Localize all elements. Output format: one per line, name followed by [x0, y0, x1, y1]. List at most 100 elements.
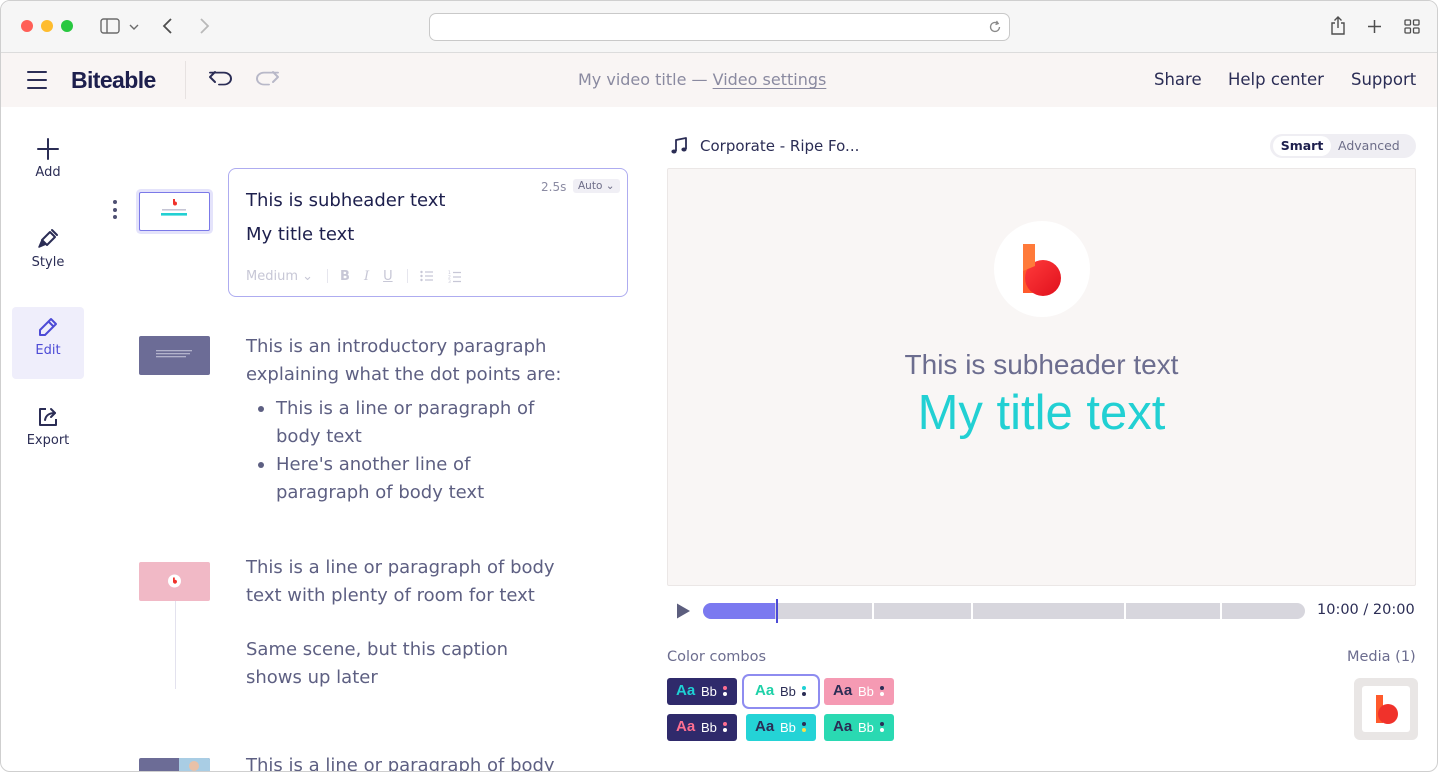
hamburger-menu-icon[interactable] [27, 71, 47, 89]
numbered-list-icon[interactable]: 1 2 3 [448, 270, 462, 283]
scene-4-text[interactable]: This is a line or paragraph of body [246, 752, 555, 771]
video-title: My video title — Video settings [578, 70, 826, 89]
scene-text-line: Same scene, but this caption [246, 639, 509, 660]
window-maximize-button[interactable] [61, 20, 73, 32]
swatch-accent-dots [723, 722, 728, 734]
text-size-label: Medium [246, 268, 298, 284]
color-combo-swatch[interactable]: Aa Bb [824, 678, 894, 705]
plus-icon [37, 138, 59, 160]
biteable-logo-icon [1376, 695, 1398, 724]
rail-item-style[interactable]: Style [12, 219, 84, 291]
swatch-bb-sample: Bb [701, 720, 717, 735]
scene-text-line: text with plenty of room for text [246, 585, 535, 606]
italic-icon[interactable]: I [364, 269, 369, 284]
swatch-aa-sample: Aa [833, 718, 853, 735]
address-bar[interactable] [429, 13, 1010, 41]
playback-time: 10:00 / 20:00 [1317, 602, 1415, 618]
chevron-down-icon[interactable] [129, 23, 139, 31]
preview-subheader: This is subheader text [904, 349, 1179, 380]
scene-boundary [971, 603, 973, 619]
rail-item-edit[interactable]: Edit [12, 307, 84, 379]
color-combo-swatch[interactable]: Aa Bb [667, 678, 737, 705]
swatch-bb-sample: Bb [858, 684, 874, 699]
swatch-aa-sample: Aa [755, 718, 775, 735]
window-close-button[interactable] [21, 20, 33, 32]
rail-item-add[interactable]: Add [12, 129, 84, 201]
color-combo-swatch[interactable]: Aa Bb [824, 714, 894, 741]
color-combo-swatch[interactable]: Aa Bb [746, 714, 816, 741]
bold-icon[interactable]: B [340, 269, 350, 284]
edit-mode-toggle[interactable]: Smart Advanced [1270, 134, 1416, 158]
brush-icon [38, 229, 58, 248]
tab-overview-icon[interactable] [1404, 19, 1420, 34]
smart-mode-button[interactable]: Smart [1273, 136, 1331, 156]
scene-thumbnail-2[interactable] [139, 336, 210, 375]
subheader-input[interactable]: This is subheader text [246, 190, 445, 211]
scene-2-text[interactable]: This is an introductory paragraph explai… [246, 333, 561, 389]
scene-thumbnail-preview [168, 574, 181, 588]
color-combo-swatch[interactable]: Aa Bb [746, 678, 816, 705]
video-preview-canvas[interactable]: This is subheader text My title text [667, 168, 1416, 586]
media-thumbnail-image [1362, 686, 1410, 732]
advanced-mode-button[interactable]: Advanced [1338, 136, 1400, 156]
brand-logo[interactable]: Biteable [71, 67, 156, 94]
scene-text-line: shows up later [246, 667, 378, 688]
scene-duration[interactable]: 2.5s [541, 180, 566, 194]
duration-mode-label: Auto [578, 180, 603, 192]
scene-text-line: This is a line or paragraph of body [246, 557, 555, 578]
scene-thumbnail-4[interactable] [139, 758, 210, 771]
timeline-scrubber[interactable] [703, 603, 1305, 619]
playhead[interactable] [776, 599, 778, 623]
help-center-link[interactable]: Help center [1228, 70, 1324, 89]
share-icon[interactable] [1330, 16, 1346, 36]
toolbar-divider [327, 269, 329, 283]
play-icon[interactable] [675, 602, 691, 620]
bullet-line: paragraph of body text [276, 482, 485, 503]
swatch-aa-sample: Aa [755, 682, 775, 699]
back-arrow-icon[interactable] [162, 17, 174, 35]
scene-options-icon[interactable] [113, 200, 119, 223]
support-link[interactable]: Support [1351, 70, 1416, 89]
text-size-dropdown[interactable]: Medium ⌄ [246, 269, 313, 284]
scene-boundary [872, 603, 874, 619]
forward-arrow-icon[interactable] [198, 17, 210, 35]
sidebar-toggle-icon[interactable] [100, 18, 120, 34]
scene-connector-line [175, 601, 176, 689]
share-link[interactable]: Share [1154, 70, 1202, 89]
swatch-bb-sample: Bb [780, 684, 796, 699]
reload-icon[interactable] [987, 19, 1003, 35]
new-tab-icon[interactable] [1367, 19, 1382, 34]
color-combo-swatch[interactable]: Aa Bb [667, 714, 737, 741]
video-title-text[interactable]: My video title — [578, 70, 713, 89]
color-combos-label: Color combos [667, 649, 767, 665]
scene-3-text[interactable]: This is a line or paragraph of body text… [246, 554, 555, 610]
window-minimize-button[interactable] [41, 20, 53, 32]
swatch-bb-sample: Bb [858, 720, 874, 735]
redo-icon[interactable] [253, 68, 281, 92]
scene-editor-card[interactable]: 2.5s Auto ⌄ This is subheader text My ti… [228, 168, 628, 297]
undo-icon[interactable] [207, 68, 235, 92]
scene-thumbnail-1[interactable] [139, 192, 210, 231]
rail-label-style: Style [31, 255, 65, 270]
duration-mode-dropdown[interactable]: Auto ⌄ [573, 179, 620, 193]
bullet-list-icon[interactable] [419, 270, 434, 282]
scene-thumbnail-preview [156, 350, 192, 358]
title-input[interactable]: My title text [246, 224, 354, 245]
svg-text:3: 3 [448, 279, 451, 283]
rail-item-export[interactable]: Export [12, 397, 84, 469]
scene-2-bullet-list[interactable]: This is a line or paragraph of body text… [255, 395, 534, 507]
underline-icon[interactable]: U [383, 269, 393, 284]
media-label: Media (1) [1347, 649, 1416, 665]
preview-title: My title text [917, 386, 1166, 440]
toolbar-divider [406, 269, 408, 283]
scene-3-caption-text[interactable]: Same scene, but this caption shows up la… [246, 636, 508, 692]
scene-text-line: explaining what the dot points are: [246, 364, 562, 385]
media-thumbnail[interactable] [1354, 678, 1418, 740]
logo-badge [994, 221, 1090, 317]
scene-text-line: This is an introductory paragraph [246, 336, 547, 357]
music-track-label[interactable]: Corporate - Ripe Fo... [700, 137, 859, 155]
video-settings-link[interactable]: Video settings [713, 70, 827, 89]
scene-thumbnail-3[interactable] [139, 562, 210, 601]
text-format-toolbar: Medium ⌄ B I U 1 2 3 [246, 267, 476, 285]
bullet-line: body text [276, 426, 362, 447]
